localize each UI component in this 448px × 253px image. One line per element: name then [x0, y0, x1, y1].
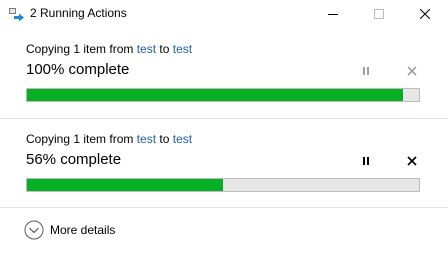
title-bar: 2 Running Actions: [0, 0, 448, 30]
operation-description: Copying 1 item from test to test: [26, 132, 192, 146]
source-link[interactable]: test: [137, 42, 156, 56]
pause-icon: [363, 67, 369, 75]
cancel-button[interactable]: [404, 153, 420, 169]
window-title: 2 Running Actions: [30, 6, 127, 20]
file-copy-icon: [9, 8, 25, 22]
minimize-button[interactable]: [310, 0, 356, 30]
copy-operation-2: Copying 1 item from test to test 56% com…: [0, 120, 448, 208]
source-link[interactable]: test: [137, 132, 156, 146]
cancel-icon: [407, 156, 417, 166]
divider: [0, 118, 448, 119]
pause-button[interactable]: [358, 63, 374, 79]
cancel-icon: [407, 66, 417, 76]
divider: [0, 207, 448, 208]
close-icon: [420, 9, 430, 19]
progress-bar: [26, 88, 420, 102]
copy-operation-1: Copying 1 item from test to test 100% co…: [0, 30, 448, 118]
progress-bar-fill: [27, 89, 404, 101]
description-to: to: [159, 42, 170, 56]
maximize-button[interactable]: [356, 0, 402, 30]
more-details-label: More details: [50, 223, 116, 237]
description-prefix: Copying 1 item from: [26, 42, 134, 56]
pause-button[interactable]: [358, 153, 374, 169]
chevron-down-circle-icon: [24, 220, 44, 240]
close-button[interactable]: [402, 0, 448, 30]
operation-description: Copying 1 item from test to test: [26, 42, 192, 56]
progress-status: 100% complete: [26, 61, 130, 78]
progress-bar: [26, 178, 420, 192]
progress-status: 56% complete: [26, 151, 122, 168]
progress-bar-fill: [27, 179, 223, 191]
minimize-icon: [328, 14, 338, 15]
destination-link[interactable]: test: [173, 132, 192, 146]
description-prefix: Copying 1 item from: [26, 132, 134, 146]
cancel-button[interactable]: [404, 63, 420, 79]
destination-link[interactable]: test: [173, 42, 192, 56]
maximize-icon: [374, 9, 384, 19]
description-to: to: [159, 132, 170, 146]
pause-icon: [363, 157, 369, 165]
